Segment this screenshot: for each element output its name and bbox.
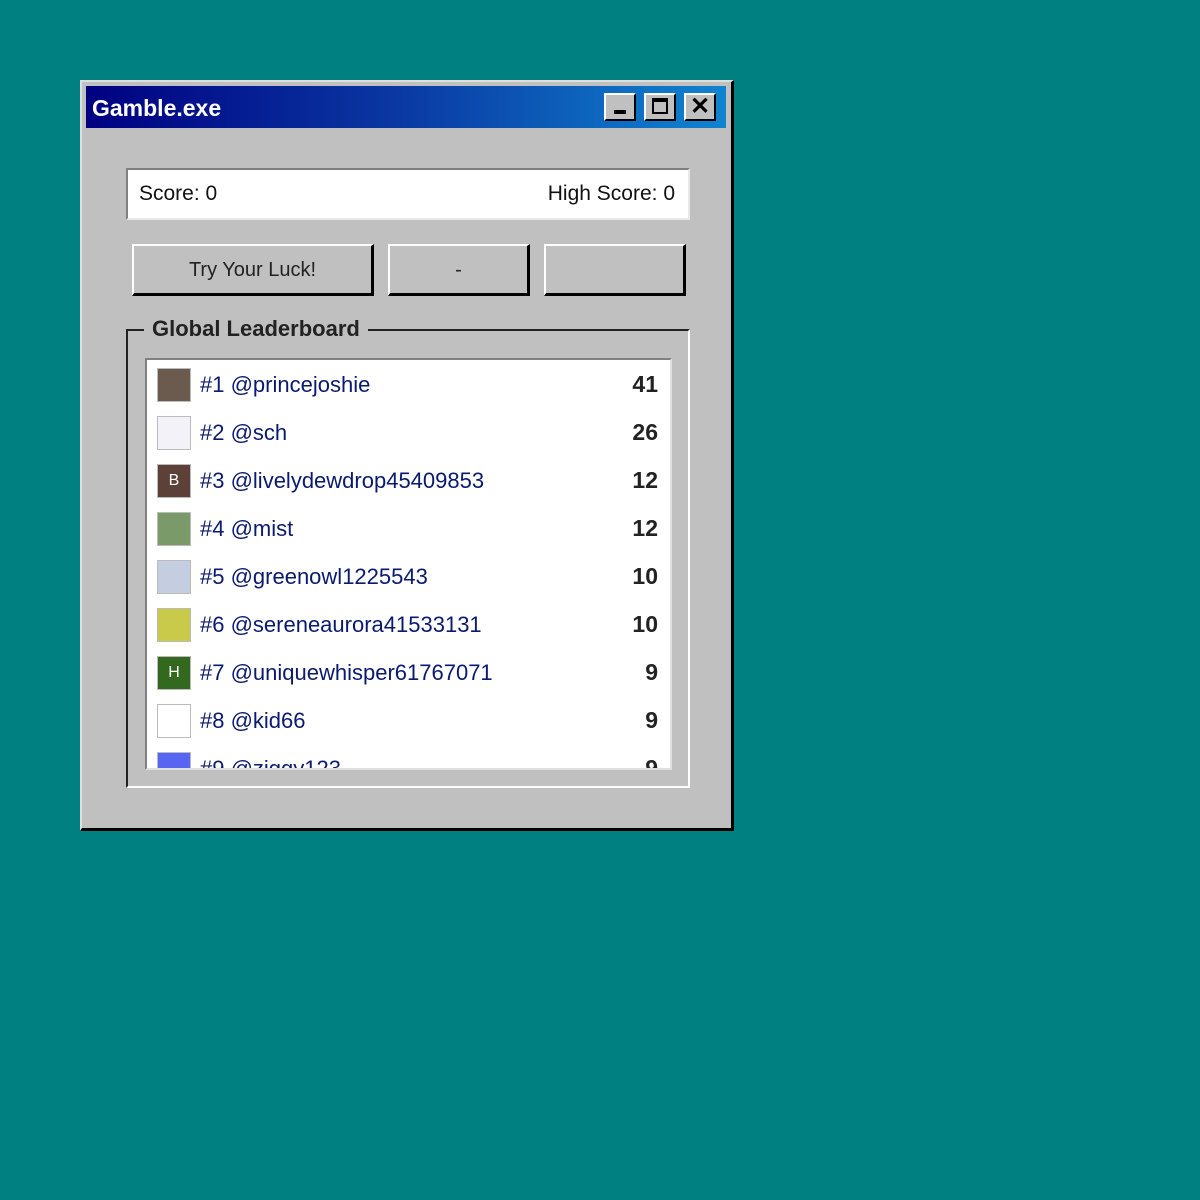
photo-avatar-icon — [157, 368, 191, 402]
current-score: Score: 0 — [139, 182, 218, 205]
leaderboard-username: #7 @uniquewhisper61767071 — [200, 660, 493, 685]
maximize-button[interactable] — [644, 93, 676, 121]
leaderboard-username: #4 @mist — [200, 516, 294, 541]
score-display: Score: 0 High Score: 0 — [126, 168, 690, 220]
leaderboard-score: 12 — [632, 467, 658, 493]
leaderboard-score: 9 — [645, 707, 658, 733]
leaderboard-username: #1 @princejoshie — [200, 372, 371, 397]
leaderboard-username: #6 @sereneaurora41533131 — [200, 612, 482, 637]
leaderboard-score: 9 — [645, 755, 658, 770]
high-score: High Score: 0 — [547, 182, 675, 205]
try-your-luck-button[interactable]: Try Your Luck! — [132, 244, 374, 296]
close-button[interactable]: ✕ — [684, 93, 716, 121]
window-title: Gamble.exe — [92, 95, 222, 121]
leaderboard-row[interactable]: #9 @ziggy123 9 — [147, 750, 670, 770]
minimize-button[interactable] — [604, 93, 636, 121]
leaderboard-score: 10 — [632, 563, 658, 589]
letter-avatar-icon: H — [157, 656, 191, 690]
leaderboard-row[interactable]: #8 @kid66 9 — [147, 702, 670, 742]
leaderboard-username: #9 @ziggy123 — [200, 756, 341, 770]
character-avatar-icon — [157, 704, 191, 738]
leaderboard-row[interactable]: #1 @princejoshie 41 — [147, 366, 670, 406]
title-bar[interactable]: Gamble.exe ✕ — [86, 86, 726, 128]
maximize-icon — [652, 98, 668, 114]
leaderboard-score: 10 — [632, 611, 658, 637]
default-user-avatar-icon — [157, 560, 191, 594]
leaderboard-row[interactable]: #6 @sereneaurora41533131 10 — [147, 606, 670, 646]
discord-avatar-icon — [157, 752, 191, 768]
anime-avatar-icon — [157, 512, 191, 546]
leaderboard-username: #2 @sch — [200, 420, 288, 445]
leaderboard-group: Global Leaderboard #1 @princejoshie 41 #2 … — [126, 315, 690, 788]
leaderboard-list[interactable]: #1 @princejoshie 41 #2 @sch 26 B #3 @livelyde… — [145, 358, 672, 770]
leaderboard-score: 9 — [645, 659, 658, 685]
gamble-window: Gamble.exe ✕ Score: 0 High Score: 0 Try … — [80, 80, 734, 831]
leaderboard-row[interactable]: #2 @sch 26 — [147, 414, 670, 454]
minimize-icon — [614, 110, 626, 114]
leaderboard-row[interactable]: H #7 @uniquewhisper61767071 9 — [147, 654, 670, 694]
leaderboard-username: #8 @kid66 — [200, 708, 306, 733]
leaderboard-score: 26 — [632, 419, 658, 445]
blank-button[interactable] — [544, 244, 686, 296]
leaderboard-row[interactable]: #5 @greenowl1225543 10 — [147, 558, 670, 598]
sketch-avatar-icon — [157, 416, 191, 450]
leaderboard-row[interactable]: B #3 @livelydewdrop45409853 12 — [147, 462, 670, 502]
leaderboard-username: #5 @greenowl1225543 — [200, 564, 428, 589]
flower-avatar-icon — [157, 608, 191, 642]
leaderboard-username: #3 @livelydewdrop45409853 — [200, 468, 485, 493]
leaderboard-row[interactable]: #4 @mist 12 — [147, 510, 670, 550]
leaderboard-score: 12 — [632, 515, 658, 541]
close-icon: ✕ — [689, 93, 711, 120]
letter-avatar-icon: B — [157, 464, 191, 498]
dash-button[interactable]: - — [388, 244, 530, 296]
leaderboard-title: Global Leaderboard — [144, 315, 368, 343]
leaderboard-score: 41 — [632, 371, 658, 397]
